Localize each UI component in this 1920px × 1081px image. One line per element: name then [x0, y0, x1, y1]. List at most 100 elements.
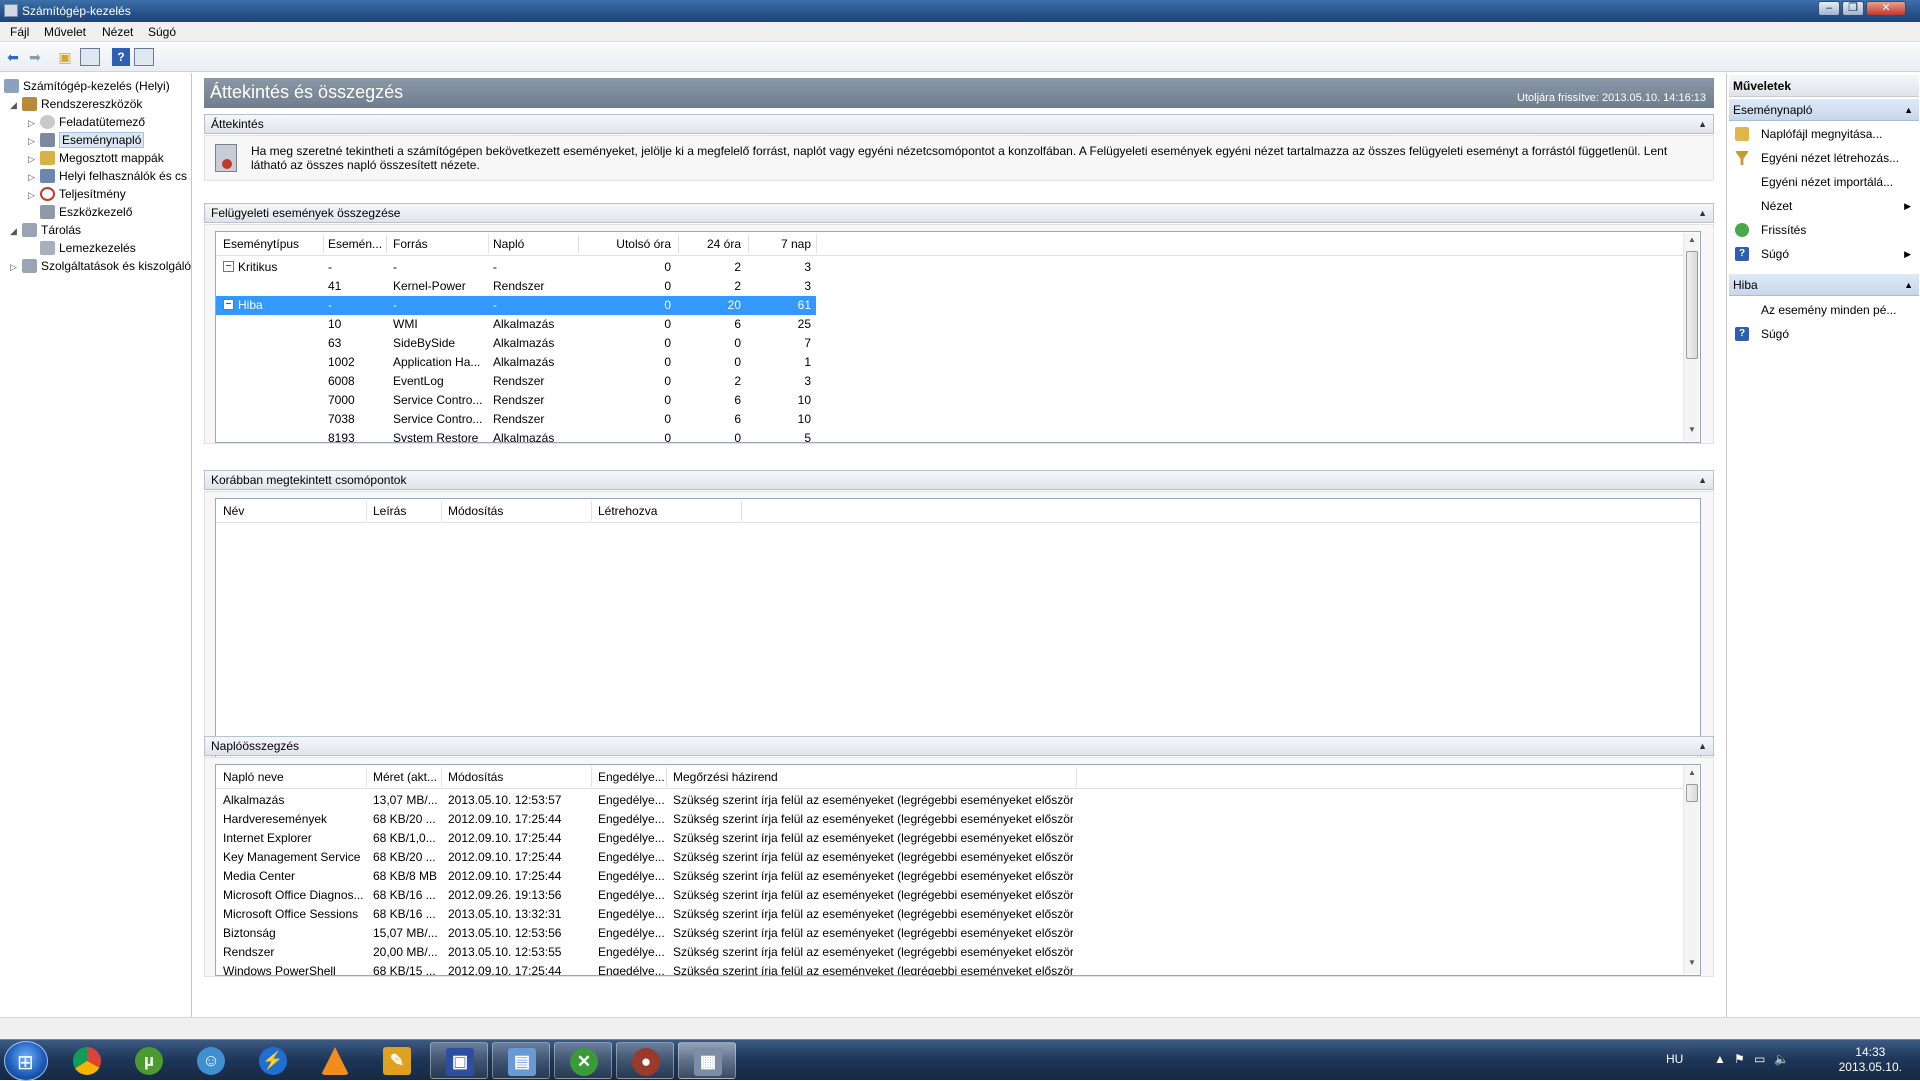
table-group-row[interactable]: − Hiba - - -0 20 61 [216, 296, 816, 315]
action-open-log[interactable]: Naplófájl megnyitása... [1729, 122, 1919, 146]
table-row[interactable]: Microsoft Office Sessions 68 KB/16 ... 201… [216, 905, 1684, 924]
window-titlebar[interactable]: Számítógép-kezelés – ❐ ✕ [0, 0, 1920, 22]
col-retention-policy[interactable]: Megőrzési házirend [673, 770, 778, 784]
table-row[interactable]: Microsoft Office Diagnos... 68 KB/16 ... 2… [216, 886, 1684, 905]
table-row[interactable]: 7038 Service Contro... Rendszer 0 6 10 [216, 410, 1684, 429]
tree-item-device-manager[interactable]: Eszközkezelő [28, 203, 132, 221]
table-row[interactable]: Internet Explorer 68 KB/1,0... 2012.09.10.… [216, 829, 1684, 848]
collapse-group-icon[interactable]: − [223, 261, 234, 272]
tree-item-performance[interactable]: ▷ Teljesítmény [28, 185, 126, 203]
collapse-icon[interactable]: ▲ [1698, 737, 1707, 755]
admin-summary-header[interactable]: Felügyeleti események összegzése ▲ [204, 203, 1714, 223]
col-enabled[interactable]: Engedélye... [598, 770, 665, 784]
expand-arrow-icon[interactable]: ▷ [28, 168, 40, 186]
collapse-icon[interactable]: ▲ [1904, 99, 1913, 121]
up-folder-icon[interactable]: ▣ [56, 48, 74, 66]
col-last-hour[interactable]: Utolsó óra [581, 237, 671, 251]
back-icon[interactable]: ⬅ [4, 48, 22, 66]
col-created[interactable]: Létrehozva [598, 504, 657, 518]
col-name[interactable]: Név [223, 504, 244, 518]
col-description[interactable]: Leírás [373, 504, 406, 518]
menu-help[interactable]: Súgó [148, 25, 176, 39]
tray-expand-icon[interactable]: ▲ [1714, 1052, 1726, 1066]
table-row[interactable]: 6008 EventLog Rendszer 0 2 3 [216, 372, 1684, 391]
table-row[interactable]: 41 Kernel-Power Rendszer 0 2 3 [216, 277, 1684, 296]
help-icon[interactable]: ? [112, 48, 130, 66]
taskbar-vlc[interactable] [306, 1042, 364, 1079]
col-modified[interactable]: Módosítás [448, 504, 503, 518]
show-hide-tree-icon[interactable] [80, 48, 100, 66]
taskbar-computer-management[interactable]: ▦ [678, 1042, 736, 1079]
table-row[interactable]: 7000 Service Contro... Rendszer 0 6 10 [216, 391, 1684, 410]
tree-item-local-users[interactable]: ▷ Helyi felhasználók és cs [28, 167, 187, 185]
expand-arrow-icon[interactable]: ▷ [28, 150, 40, 168]
minimize-button[interactable]: – [1818, 1, 1840, 16]
table-row[interactable]: Rendszer 20,00 MB/... 2013.05.10. 12:53:55… [216, 943, 1684, 962]
action-event-properties[interactable]: Az esemény minden pé... [1729, 298, 1919, 322]
start-button[interactable]: ⊞ [4, 1041, 48, 1081]
table-row[interactable]: Alkalmazás 13,07 MB/... 2013.05.10. 12:53:… [216, 791, 1684, 810]
action-help[interactable]: ? Súgó ▶ [1729, 242, 1919, 266]
collapse-icon[interactable]: ▲ [1698, 204, 1707, 222]
menu-action[interactable]: Művelet [44, 25, 86, 39]
expand-arrow-icon[interactable]: ▷ [28, 114, 40, 132]
action-refresh[interactable]: Frissítés [1729, 218, 1919, 242]
actions-section-event-viewer[interactable]: Eseménynapló ▲ [1729, 99, 1919, 121]
taskbar-utorrent[interactable]: µ [120, 1042, 178, 1079]
flag-icon[interactable]: ⚑ [1734, 1052, 1745, 1066]
taskbar-media-app[interactable]: ● [616, 1042, 674, 1079]
scrollbar-thumb[interactable] [1686, 251, 1698, 359]
col-24-hours[interactable]: 24 óra [681, 237, 741, 251]
table-row[interactable]: Key Management Service 68 KB/20 ... 2012.0… [216, 848, 1684, 867]
table-row[interactable]: Biztonság 15,07 MB/... 2013.05.10. 12:53:5… [216, 924, 1684, 943]
action-help-error[interactable]: ? Súgó [1729, 322, 1919, 346]
network-icon[interactable]: ▭ [1754, 1052, 1765, 1066]
expand-arrow-icon[interactable]: ▷ [28, 186, 40, 204]
collapse-icon[interactable]: ▲ [1698, 471, 1707, 489]
scroll-up-icon[interactable]: ▲ [1684, 768, 1700, 782]
tree-item-shared-folders[interactable]: ▷ Megosztott mappák [28, 149, 164, 167]
tree-item-system-tools[interactable]: ◢ Rendszereszközök [10, 95, 142, 113]
show-hide-actions-icon[interactable] [134, 48, 154, 66]
tree-item-task-scheduler[interactable]: ▷ Feladatütemező [28, 113, 145, 131]
log-table-scrollbar[interactable]: ▲ ▼ [1683, 766, 1699, 974]
collapse-arrow-icon[interactable]: ◢ [10, 96, 22, 114]
table-row[interactable]: 1002 Application Ha... Alkalmazás 0 0 1 [216, 353, 1684, 372]
col-7-days[interactable]: 7 nap [751, 237, 811, 251]
action-import-custom-view[interactable]: Egyéni nézet importálá... [1729, 170, 1919, 194]
col-modified[interactable]: Módosítás [448, 770, 503, 784]
col-event-type[interactable]: Eseménytípus [223, 237, 299, 251]
taskbar-remote-desktop[interactable]: ▤ [492, 1042, 550, 1079]
tree-item-disk-management[interactable]: Lemezkezelés [28, 239, 136, 257]
scroll-up-icon[interactable]: ▲ [1684, 235, 1700, 249]
taskbar-xbox-app[interactable]: ✕ [554, 1042, 612, 1079]
menu-view[interactable]: Nézet [102, 25, 133, 39]
clock[interactable]: 14:33 2013.05.10. [1839, 1045, 1902, 1075]
tree-item-services[interactable]: ▷ Szolgáltatások és kiszolgáló [10, 257, 191, 275]
taskbar-messenger[interactable]: ☺ [182, 1042, 240, 1079]
log-summary-header[interactable]: Naplóösszegzés ▲ [204, 736, 1714, 756]
recent-nodes-header[interactable]: Korábban megtekintett csomópontok ▲ [204, 470, 1714, 490]
volume-icon[interactable]: 🔈 [1774, 1052, 1789, 1066]
restore-button[interactable]: ❐ [1842, 1, 1864, 16]
close-button[interactable]: ✕ [1866, 1, 1906, 16]
table-row[interactable]: Windows PowerShell 68 KB/15 ... 2012.09.10… [216, 962, 1684, 975]
collapse-icon[interactable]: ▲ [1698, 115, 1707, 133]
col-log[interactable]: Napló [493, 237, 524, 251]
col-size[interactable]: Méret (akt... [373, 770, 437, 784]
actions-section-error[interactable]: Hiba ▲ [1729, 274, 1919, 296]
collapse-group-icon[interactable]: − [223, 299, 234, 310]
admin-table-scrollbar[interactable]: ▲ ▼ [1683, 233, 1699, 441]
table-row[interactable]: 10 WMI Alkalmazás 0 6 25 [216, 315, 1684, 334]
tree-item-storage[interactable]: ◢ Tárolás [10, 221, 81, 239]
taskbar-flash-app[interactable]: ⚡ [244, 1042, 302, 1079]
collapse-arrow-icon[interactable]: ◢ [10, 222, 22, 240]
language-indicator[interactable]: HU [1666, 1052, 1683, 1066]
forward-icon[interactable]: ➡ [26, 48, 44, 66]
collapse-icon[interactable]: ▲ [1904, 274, 1913, 296]
col-log-name[interactable]: Napló neve [223, 770, 284, 784]
col-source[interactable]: Forrás [393, 237, 428, 251]
action-create-custom-view[interactable]: Egyéni nézet létrehozás... [1729, 146, 1919, 170]
table-row[interactable]: Hardveresemények 68 KB/20 ... 2012.09.10. … [216, 810, 1684, 829]
taskbar-notepad[interactable]: ✎ [368, 1042, 426, 1079]
